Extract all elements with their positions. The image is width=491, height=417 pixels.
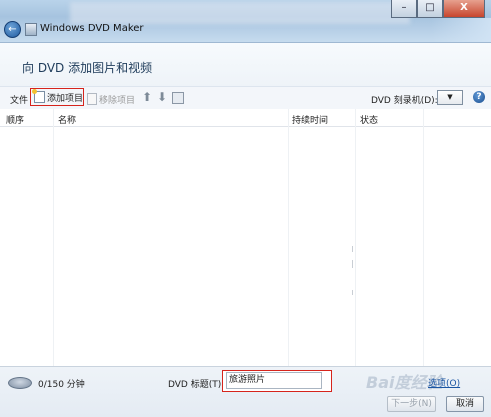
- remove-items-button[interactable]: 移除项目: [87, 92, 136, 106]
- dvd-title-label: DVD 标题(T):: [168, 380, 225, 390]
- title-bar: ← Windows DVD Maker – □ X: [0, 0, 491, 42]
- tick-mark: [352, 246, 353, 252]
- disc-icon: [8, 377, 32, 389]
- dvd-title-input[interactable]: 旅游照片: [226, 372, 322, 389]
- app-icon: [25, 23, 37, 36]
- remove-page-icon: [87, 92, 97, 105]
- window-title: Windows DVD Maker: [40, 23, 144, 34]
- item-list[interactable]: [0, 127, 491, 366]
- options-link[interactable]: 选项(O): [428, 376, 460, 389]
- file-menu[interactable]: 文件: [10, 93, 28, 106]
- column-duration[interactable]: 持续时间: [292, 113, 328, 126]
- properties-icon[interactable]: [172, 92, 184, 104]
- list-header: 顺序 名称 持续时间 状态: [0, 109, 491, 127]
- next-button[interactable]: 下一步(N): [387, 396, 436, 412]
- minimize-button[interactable]: –: [391, 0, 417, 18]
- column-name[interactable]: 名称: [58, 113, 76, 126]
- cancel-button[interactable]: 取消: [446, 396, 484, 412]
- column-divider: [288, 109, 289, 366]
- maximize-button[interactable]: □: [417, 0, 443, 18]
- column-order[interactable]: 顺序: [6, 113, 24, 126]
- burner-label: DVD 刻录机(D):: [371, 96, 438, 106]
- page-header: 向 DVD 添加图片和视频: [0, 42, 491, 87]
- column-status[interactable]: 状态: [360, 113, 378, 126]
- burner-dropdown[interactable]: ▼: [437, 90, 463, 105]
- back-button[interactable]: ←: [4, 21, 21, 38]
- column-divider: [53, 109, 54, 366]
- blurred-background: [70, 2, 410, 24]
- help-icon[interactable]: ?: [473, 91, 485, 103]
- arrow-down-icon[interactable]: ⬇: [156, 90, 168, 104]
- remove-items-label: 移除项目: [99, 96, 136, 106]
- add-items-button[interactable]: 添加项目: [30, 88, 84, 106]
- title-glow: [431, 18, 491, 42]
- add-items-label: 添加项目: [47, 93, 84, 104]
- chevron-down-icon: ▼: [447, 93, 453, 101]
- tick-mark: [352, 260, 353, 268]
- add-page-icon: [32, 89, 45, 103]
- column-divider: [355, 109, 356, 366]
- toolbar: 文件 添加项目 移除项目 ⬆ ⬇ DVD 刻录机(D): ▼ ?: [0, 86, 491, 110]
- arrow-up-icon[interactable]: ⬆: [141, 90, 153, 104]
- capacity-text: 0/150 分钟: [38, 380, 85, 390]
- close-button[interactable]: X: [443, 0, 485, 18]
- tick-mark: [352, 290, 353, 295]
- page-title: 向 DVD 添加图片和视频: [22, 61, 153, 75]
- window-controls: – □ X: [391, 0, 485, 18]
- column-divider: [423, 109, 424, 366]
- footer: 0/150 分钟 DVD 标题(T): 旅游照片 Bai度经验 选项(O) 下一…: [0, 366, 491, 417]
